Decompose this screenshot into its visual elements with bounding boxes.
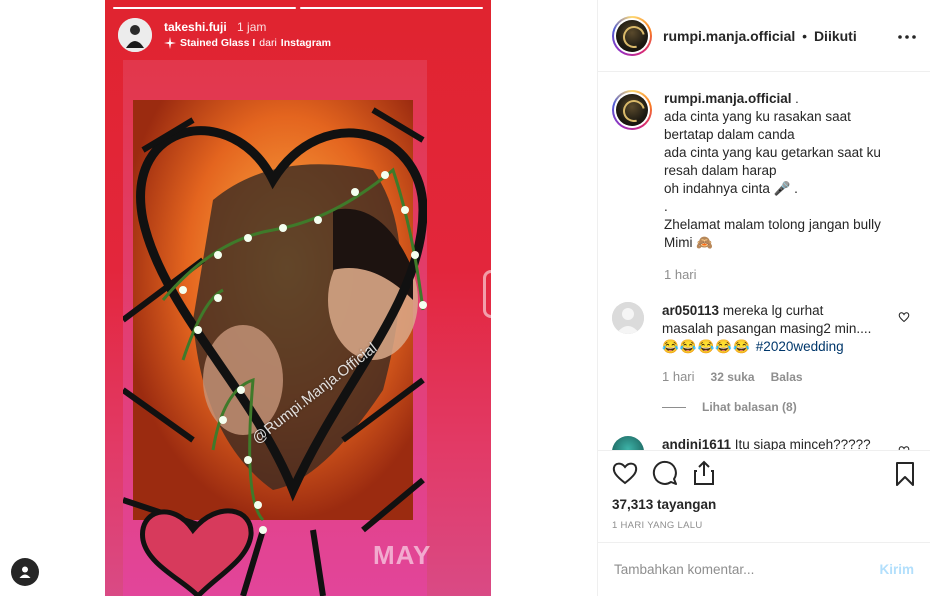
sparkle-icon <box>164 37 176 49</box>
caption-time[interactable]: 1 hari <box>664 266 881 284</box>
caption-username-suffix: . <box>791 91 799 106</box>
account-logo <box>616 19 648 52</box>
comment-bubble-icon <box>652 460 677 485</box>
user-icon <box>19 566 31 578</box>
send-comment-button[interactable]: Kirim <box>879 562 914 577</box>
comment-input[interactable] <box>614 562 880 577</box>
story-bottom-text: MAY <box>373 540 432 570</box>
reply-button[interactable]: Balas <box>771 368 803 386</box>
header-separator: • <box>802 27 808 44</box>
comment-avatar[interactable] <box>612 436 644 450</box>
follow-status-button[interactable]: Diikuti <box>814 28 857 44</box>
heart-icon <box>612 462 638 484</box>
comment-emojis: 😂😂😂😂😂 <box>662 339 756 354</box>
bookmark-icon <box>896 462 914 486</box>
caption-line: Mimi 🙈 <box>664 235 714 250</box>
caption-line: resah dalam harap <box>664 163 777 178</box>
view-replies-label: Lihat balasan (8) <box>702 400 797 414</box>
view-count-label: 37,313 tayangan <box>612 497 717 512</box>
post-date[interactable]: 1 HARI YANG LALU <box>612 520 918 531</box>
replies-divider <box>662 406 686 408</box>
more-options-button[interactable] <box>898 26 916 40</box>
caption-avatar[interactable] <box>612 90 652 130</box>
comment-text: masalah pasangan masing2 min.... <box>662 321 872 336</box>
share-icon <box>694 460 714 485</box>
caption-line: . <box>664 199 668 214</box>
story-avatar <box>118 18 152 52</box>
caption-line: Zhelamat malam tolong jangan bully <box>664 217 881 232</box>
comments-list[interactable]: rumpi.manja.official . ada cinta yang ku… <box>598 72 930 450</box>
story-source: Instagram <box>280 37 331 49</box>
comment-time[interactable]: 1 hari <box>662 368 695 386</box>
comment-item: andini1611 Itu siapa minceh????? <box>612 436 914 450</box>
comment-text: Itu siapa minceh????? <box>731 437 871 450</box>
view-count[interactable]: 37,313 tayangan <box>612 497 918 512</box>
view-replies-button[interactable]: Lihat balasan (8) <box>662 400 914 414</box>
header-avatar[interactable] <box>612 15 652 56</box>
stained-glass-photo <box>123 60 427 596</box>
story-source-prefix: dari <box>259 37 277 49</box>
save-button[interactable] <box>894 461 916 492</box>
comment-avatar[interactable] <box>612 302 644 334</box>
story-header: takeshi.fuji 1 jam Stained Glass I dari … <box>118 18 331 52</box>
post-panel: rumpi.manja.official • Diikuti rumpi.man… <box>597 0 930 596</box>
caption-username[interactable]: rumpi.manja.official <box>664 91 792 106</box>
story-time: 1 jam <box>237 20 267 34</box>
account-logo <box>616 94 648 126</box>
caption: rumpi.manja.official . ada cinta yang ku… <box>612 90 914 284</box>
stained-glass-artwork <box>123 60 427 596</box>
comment-button[interactable] <box>652 460 678 491</box>
heart-icon <box>898 312 910 323</box>
caption-line: oh indahnya cinta 🎤 . <box>664 181 798 196</box>
comment-form: Kirim <box>598 542 930 596</box>
share-button[interactable] <box>692 460 716 491</box>
comment-likes[interactable]: 32 suka <box>711 368 755 386</box>
comment-username[interactable]: andini1611 <box>662 437 731 450</box>
story-effect[interactable]: Stained Glass I <box>180 35 255 51</box>
comment-item: ar050113 mereka lg curhat masalah pasang… <box>612 302 914 386</box>
comment-text: mereka lg curhat <box>719 303 824 318</box>
post-header: rumpi.manja.official • Diikuti <box>598 0 930 72</box>
tagged-user-button[interactable] <box>11 558 39 586</box>
media-area: takeshi.fuji 1 jam Stained Glass I dari … <box>0 0 598 596</box>
post-actions: 37,313 tayangan 1 HARI YANG LALU <box>598 450 930 542</box>
comment-username[interactable]: ar050113 <box>662 303 719 318</box>
story-effect-line[interactable]: Stained Glass I dari Instagram <box>164 35 331 51</box>
caption-line: bertatap dalam canda <box>664 127 795 142</box>
progress-segment <box>300 7 483 9</box>
comment-meta: 1 hari 32 suka Balas <box>662 368 874 386</box>
default-avatar-icon <box>612 302 644 334</box>
story-avatar-photo <box>118 18 152 52</box>
story-progress <box>113 7 483 9</box>
like-button[interactable] <box>612 461 638 490</box>
progress-segment <box>113 7 296 9</box>
more-horizontal-icon <box>898 35 916 39</box>
comment-like-button[interactable] <box>898 310 910 328</box>
header-username[interactable]: rumpi.manja.official <box>663 28 795 44</box>
story-video[interactable]: takeshi.fuji 1 jam Stained Glass I dari … <box>105 0 491 596</box>
caption-line: ada cinta yang ku rasakan saat <box>664 109 851 124</box>
story-edge-arc <box>483 270 491 318</box>
comment-hashtag[interactable]: #2020wedding <box>756 339 844 354</box>
story-username[interactable]: takeshi.fuji <box>164 20 227 34</box>
caption-line: ada cinta yang kau getarkan saat ku <box>664 145 881 160</box>
